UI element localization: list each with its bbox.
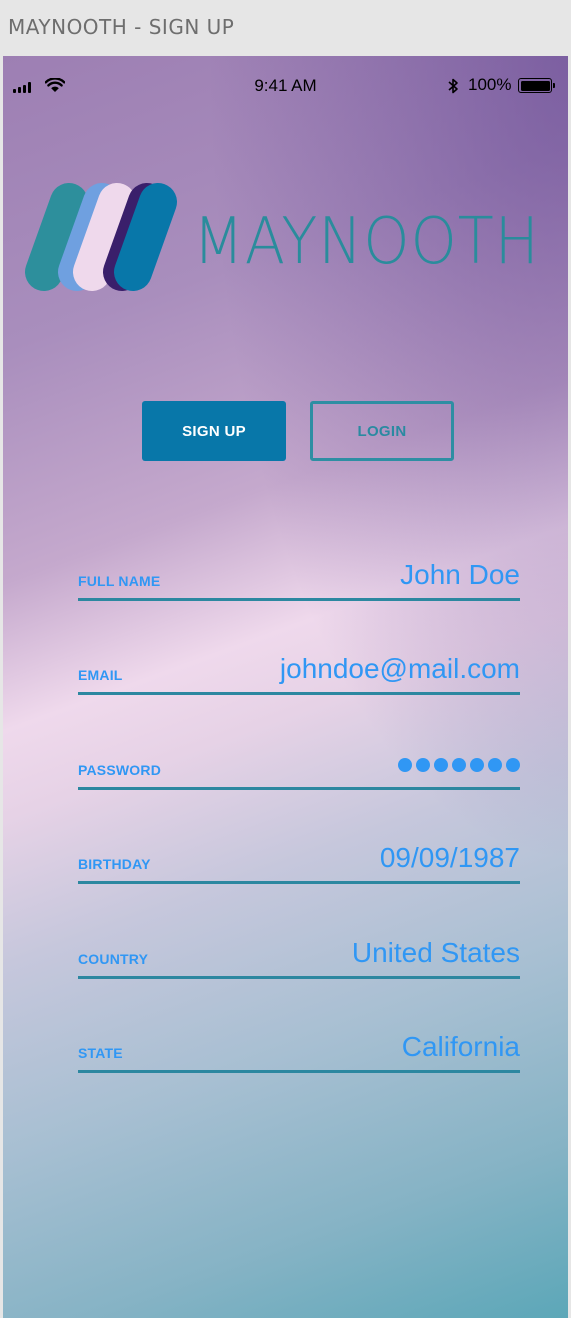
password-mask[interactable] xyxy=(398,758,520,772)
field-underline xyxy=(78,881,520,884)
login-button[interactable]: LOGIN xyxy=(310,401,454,461)
sign-up-button[interactable]: SIGN UP xyxy=(142,401,286,461)
email-label: EMAIL xyxy=(78,667,123,683)
logo-text: MAYNOOTH xyxy=(193,205,540,279)
field-underline xyxy=(78,598,520,601)
full-name-label: FULL NAME xyxy=(78,573,161,589)
password-dot xyxy=(452,758,466,772)
field-underline xyxy=(78,692,520,695)
password-label: PASSWORD xyxy=(78,762,162,778)
email-value[interactable]: johndoe@mail.com xyxy=(280,653,520,685)
phone-screen: 9:41 AM 100% MAYNOOTH SIGN UP LOGIN FULL… xyxy=(3,56,568,1318)
full-name-field[interactable]: FULL NAME John Doe xyxy=(78,551,520,601)
password-dot xyxy=(506,758,520,772)
state-field[interactable]: STATE California xyxy=(78,1023,520,1073)
email-field[interactable]: EMAIL johndoe@mail.com xyxy=(78,645,520,695)
password-dot xyxy=(416,758,430,772)
battery-icon xyxy=(518,78,555,93)
birthday-value[interactable]: 09/09/1987 xyxy=(380,842,520,874)
state-value[interactable]: California xyxy=(402,1031,520,1063)
full-name-value[interactable]: John Doe xyxy=(400,559,520,591)
status-bar: 9:41 AM 100% xyxy=(3,56,568,116)
country-label: COUNTRY xyxy=(78,951,149,967)
field-underline xyxy=(78,1070,520,1073)
state-label: STATE xyxy=(78,1045,123,1061)
password-dot xyxy=(470,758,484,772)
password-dot xyxy=(488,758,502,772)
field-underline xyxy=(78,976,520,979)
birthday-label: BIRTHDAY xyxy=(78,856,151,872)
bluetooth-icon xyxy=(448,78,458,94)
birthday-field[interactable]: BIRTHDAY 09/09/1987 xyxy=(78,834,520,884)
password-dot xyxy=(434,758,448,772)
battery-percent: 100% xyxy=(468,75,512,94)
logo-mark-icon xyxy=(25,183,177,291)
country-value[interactable]: United States xyxy=(352,937,520,969)
country-field[interactable]: COUNTRY United States xyxy=(78,929,520,979)
password-field[interactable]: PASSWORD xyxy=(78,740,520,790)
password-dot xyxy=(398,758,412,772)
field-underline xyxy=(78,787,520,790)
window-title: MAYNOOTH - SIGN UP xyxy=(0,0,571,54)
